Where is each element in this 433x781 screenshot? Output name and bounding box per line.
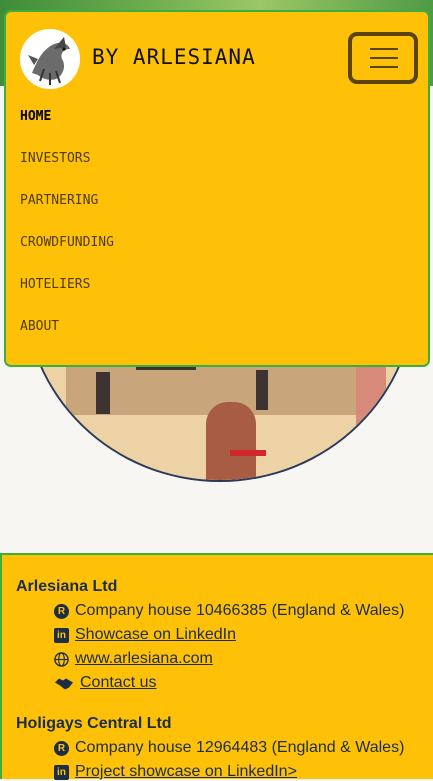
nav-menu: HOME INVESTORS PARTNERING CROWDFUNDING H…: [20, 108, 114, 360]
brand-logo[interactable]: [20, 29, 80, 89]
nav-item-hoteliers[interactable]: HOTELIERS: [20, 276, 114, 318]
navbar: BY ARLESIANA HOME INVESTORS PARTNERING C…: [4, 10, 430, 367]
company-name: Arlesiana Ltd: [16, 578, 118, 595]
company-registration: R Company house 12964483 (England & Wale…: [54, 739, 404, 757]
footer: Arlesiana Ltd R Company house 10466385 (…: [0, 553, 433, 781]
company-registration: R Company house 10466385 (England & Wale…: [54, 602, 404, 620]
globe-icon: [54, 651, 69, 667]
nav-item-home[interactable]: HOME: [20, 108, 114, 150]
brand-name[interactable]: BY ARLESIANA: [92, 45, 256, 69]
menu-toggle-button[interactable]: [348, 32, 418, 84]
handshake-icon: [55, 678, 73, 689]
nav-item-crowdfunding[interactable]: CROWDFUNDING: [20, 234, 114, 276]
nav-item-partnering[interactable]: PARTNERING: [20, 192, 114, 234]
linkedin-showcase-link[interactable]: Showcase on LinkedIn: [75, 626, 236, 644]
nav-item-investors[interactable]: INVESTORS: [20, 150, 114, 192]
registered-icon: R: [54, 740, 69, 756]
linkedin-icon: in: [54, 764, 69, 780]
contact-us-link[interactable]: Contact us: [80, 674, 156, 692]
dragon-logo-icon: [20, 29, 80, 89]
linkedin-link-row: in Project showcase on LinkedIn>: [54, 763, 297, 781]
website-link[interactable]: www.arlesiana.com: [75, 650, 213, 668]
contact-link-row: Contact us: [54, 674, 156, 692]
company-name: Holigays Central Ltd: [16, 715, 172, 732]
website-link-row: www.arlesiana.com: [54, 650, 213, 668]
linkedin-icon: in: [54, 627, 69, 643]
linkedin-link-row: in Showcase on LinkedIn: [54, 626, 236, 644]
registered-icon: R: [54, 603, 69, 619]
project-showcase-link[interactable]: Project showcase on LinkedIn>: [75, 763, 297, 781]
nav-item-about[interactable]: ABOUT: [20, 318, 114, 360]
